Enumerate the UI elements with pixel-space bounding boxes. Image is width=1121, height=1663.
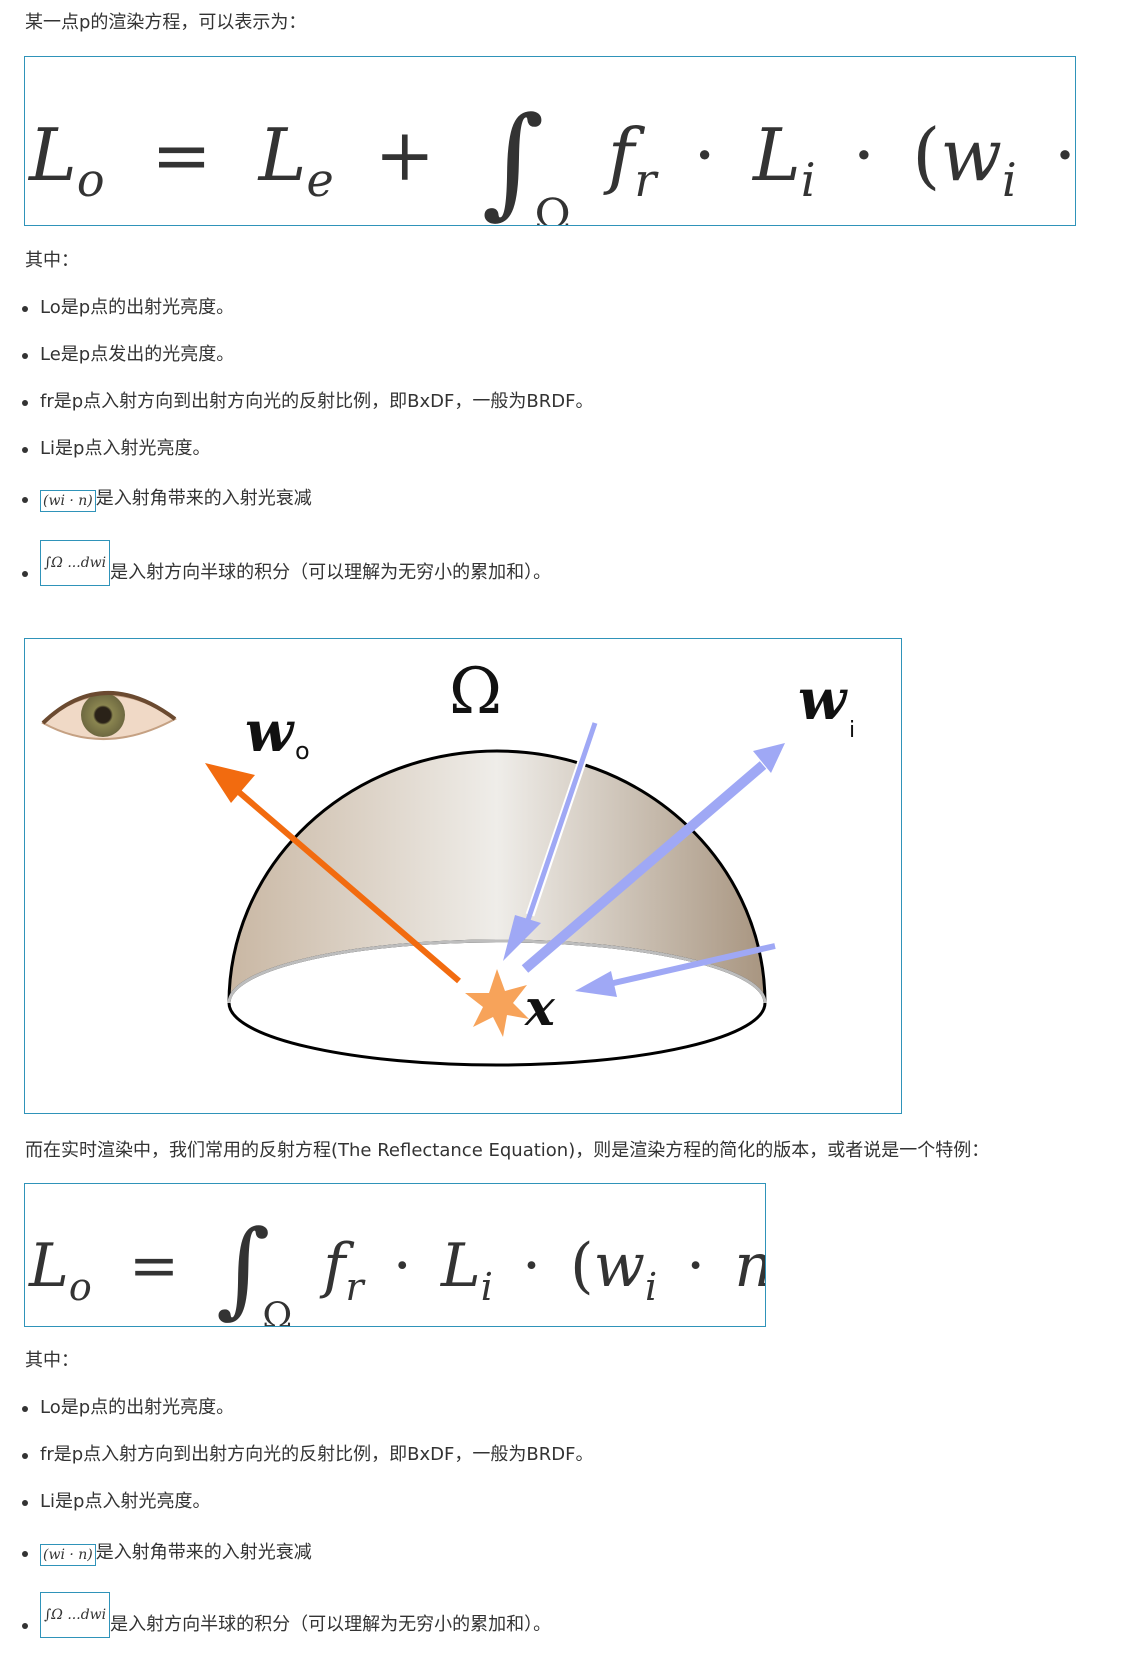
eq1-w: w (940, 113, 1002, 197)
inline-formula: (wi · n) (40, 490, 96, 512)
list-item: Lo是p点的出射光亮度。 (22, 295, 234, 321)
list-item: Li是p点入射光亮度。 (22, 1489, 210, 1515)
eq2-i-sub: i (644, 1265, 658, 1309)
eq2-n: n (734, 1226, 765, 1306)
reflectance-intro: 而在实时渲染中，我们常用的反射方程(The Reflectance Equati… (25, 1140, 990, 1161)
eq1-i-sub: i (800, 153, 816, 207)
eq2-dot: · (522, 1231, 542, 1301)
reflectance-equation: Lo = ∫Ω fr · Li · (wi · n) · dwi (24, 1183, 766, 1327)
eq1-plus: + (374, 113, 435, 197)
eq2-o-sub: o (68, 1265, 92, 1309)
intro-text: 某一点p的渲染方程，可以表示为： (25, 12, 307, 33)
eq2-omega: Ω (262, 1296, 293, 1327)
eq2-dot: · (686, 1231, 706, 1301)
list-item: Lo是p点的出射光亮度。 (22, 1395, 234, 1421)
eq1-Li: L (753, 113, 801, 197)
eq1-L: L (258, 113, 307, 197)
list-item: (wi · n) 是入射角带来的入射光衰减 (22, 486, 312, 512)
eq2-equals: = (128, 1231, 180, 1301)
eq2-r-sub: r (345, 1265, 364, 1309)
eq1-f: f (607, 113, 635, 197)
list-item: fr是p点入射方向到出射方向光的反射比例，即BxDF，一般为BRDF。 (22, 389, 593, 415)
eq2-paren-open: ( (570, 1231, 594, 1301)
eq2-i-sub: i (480, 1265, 493, 1309)
eq1-dot: · (693, 113, 717, 197)
list-item: ∫Ω ...dwi 是入射方向半球的积分（可以理解为无穷小的累加和）。 (22, 540, 551, 586)
eq2-dot: · (392, 1231, 412, 1301)
rendering-equation: Lo = Le + ∫Ω fr · Li · (wi · n) · dwi (24, 56, 1076, 226)
inline-formula: ∫Ω ...dwi (40, 540, 111, 586)
eq1-r-sub: r (634, 153, 657, 207)
hemisphere-diagram: Ω w o w i x (41, 655, 855, 1067)
eq1-i-sub: i (1001, 153, 1017, 207)
list-item: Le是p点发出的光亮度。 (22, 342, 234, 368)
eq1-paren-open: ( (912, 113, 941, 197)
eq2-f: f (323, 1231, 346, 1301)
hemisphere-figure: Ω w o w i x (24, 638, 902, 1114)
eq1-dot: · (852, 113, 876, 197)
list-item: ∫Ω ...dwi 是入射方向半球的积分（可以理解为无穷小的累加和）。 (22, 1592, 551, 1638)
eq1-e-sub: e (306, 153, 334, 207)
eq2-w: w (593, 1231, 645, 1301)
list-item: (wi · n) 是入射角带来的入射光衰减 (22, 1540, 312, 1566)
inline-formula: (wi · n) (40, 1544, 96, 1566)
inline-formula: ∫Ω ...dwi (40, 1592, 111, 1638)
eq1-omega: Ω (534, 190, 571, 226)
eq2-Li: L (440, 1231, 481, 1301)
where-label: 其中： (25, 1350, 79, 1371)
wi-label: w (798, 667, 848, 733)
list-item: Li是p点入射光亮度。 (22, 436, 210, 462)
eq1-L: L (29, 113, 77, 197)
eye-icon (41, 691, 177, 741)
wo-label: w (245, 699, 295, 765)
eq1-dot: · (1053, 113, 1076, 197)
x-label: x (524, 978, 556, 1037)
where-label: 其中： (25, 250, 79, 271)
wo-subscript: o (295, 737, 310, 765)
eq1-equals: = (151, 113, 212, 197)
wi-subscript: i (849, 718, 855, 743)
eq2-L: L (29, 1231, 69, 1301)
eq1-o-sub: o (76, 153, 105, 207)
list-item: fr是p点入射方向到出射方向光的反射比例，即BxDF，一般为BRDF。 (22, 1442, 593, 1468)
omega-label: Ω (449, 655, 502, 729)
